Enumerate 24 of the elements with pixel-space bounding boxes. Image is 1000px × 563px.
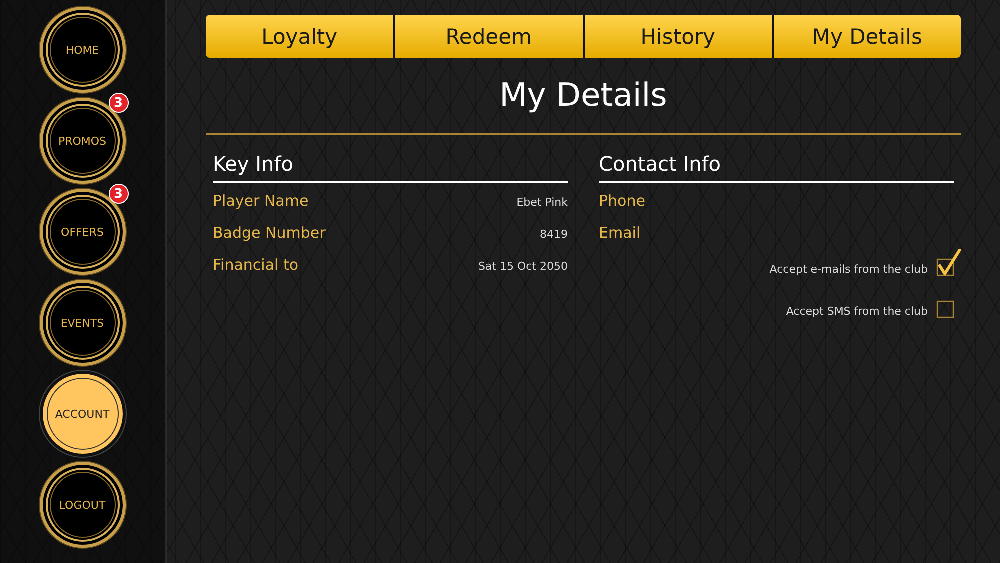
- nav-button[interactable]: LOGOUT: [40, 462, 126, 548]
- checkbox-label: Accept SMS from the club: [786, 305, 928, 320]
- page-title: My Details: [498, 75, 668, 116]
- tab[interactable]: Redeem: [395, 15, 582, 58]
- field-value: Ebet Pink: [516, 196, 568, 209]
- notification-badge: 3: [108, 93, 128, 113]
- checkbox-label: Accept e-mails from the club: [770, 263, 928, 278]
- nav-button[interactable]: ACCOUNT: [40, 371, 126, 457]
- section-heading: Contact Info: [599, 152, 954, 183]
- field-label: Financial to: [213, 256, 299, 274]
- field-label: Badge Number: [213, 224, 326, 242]
- tab[interactable]: Loyalty: [206, 15, 394, 58]
- field-value: 8419: [540, 228, 568, 241]
- nav-button[interactable]: HOME: [40, 7, 126, 93]
- tab[interactable]: My Details: [774, 15, 961, 58]
- field-label: Player Name: [213, 192, 309, 210]
- tab[interactable]: History: [584, 15, 772, 58]
- nav-button[interactable]: EVENTS: [40, 280, 126, 366]
- section-heading: Key Info: [213, 152, 568, 183]
- field-label: Phone: [599, 192, 646, 210]
- field-value: Sat 15 Oct 2050: [478, 260, 568, 273]
- checkbox[interactable]: [936, 249, 962, 279]
- notification-badge: 3: [108, 184, 128, 204]
- field-label: Email: [599, 224, 641, 242]
